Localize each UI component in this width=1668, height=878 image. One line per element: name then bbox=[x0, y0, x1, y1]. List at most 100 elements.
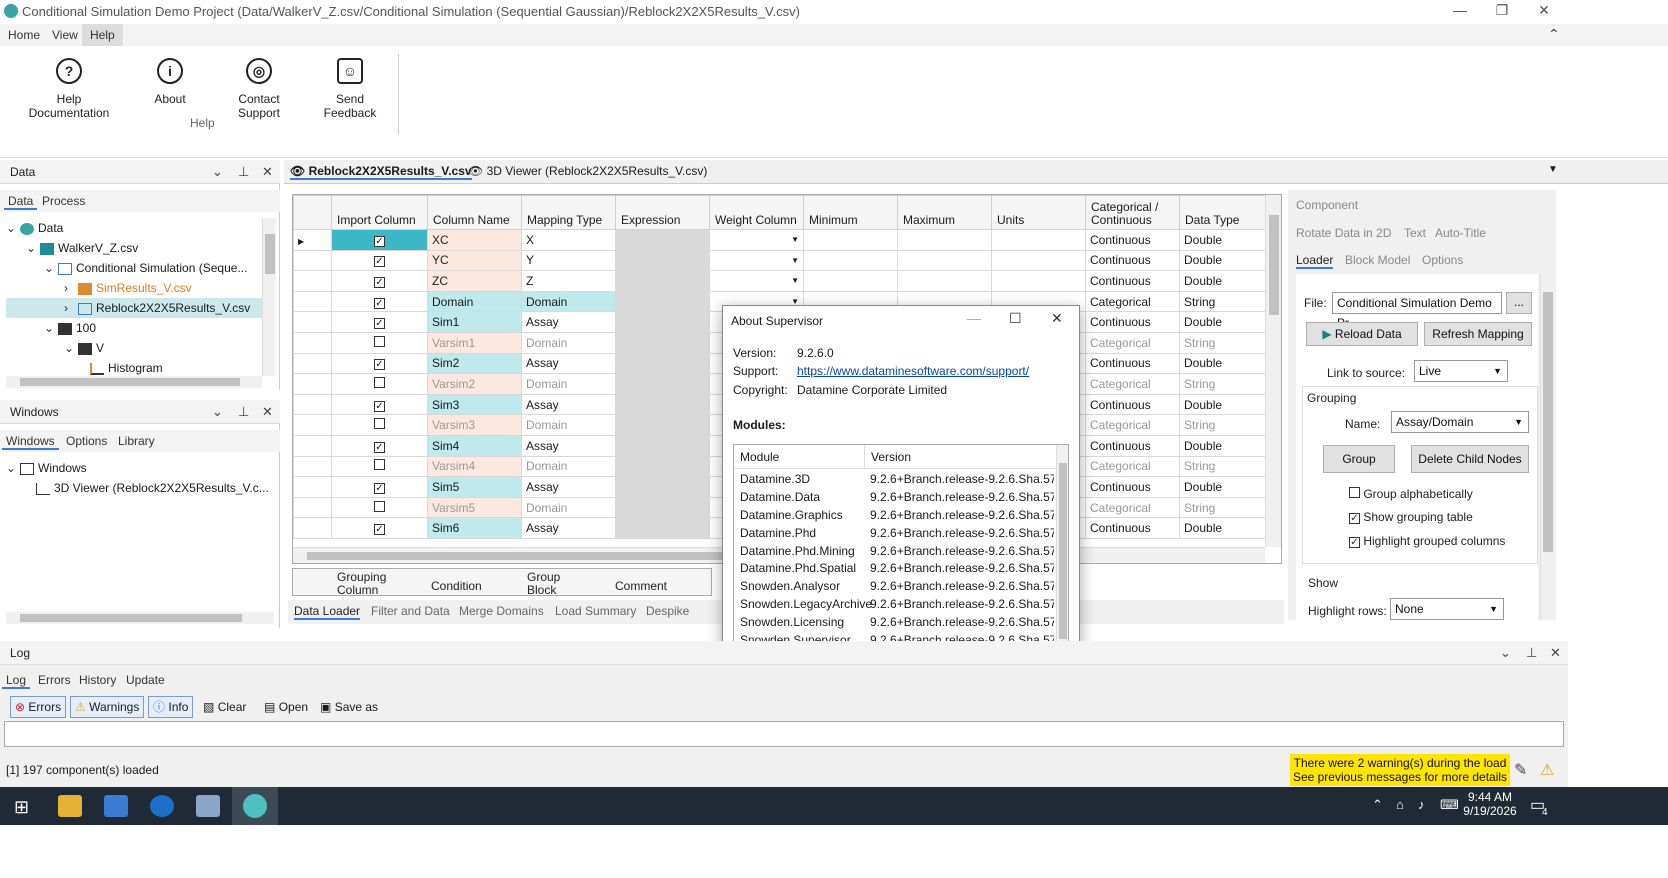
tab-despike[interactable]: Despike bbox=[646, 604, 689, 618]
pin-icon[interactable]: ⊥ bbox=[238, 164, 249, 180]
close-icon[interactable]: ✕ bbox=[262, 404, 273, 420]
chevron-down-icon[interactable]: ▼ bbox=[791, 276, 799, 285]
grouping-header-grouping-column[interactable]: Grouping Column bbox=[337, 571, 417, 597]
weight-column-cell[interactable]: ▼ bbox=[709, 249, 804, 272]
edit-icon[interactable]: ✎ bbox=[1514, 760, 1527, 780]
group-button[interactable]: Group bbox=[1323, 445, 1395, 473]
tree-item-histogram[interactable]: Histogram bbox=[6, 358, 262, 376]
scroll-thumb[interactable] bbox=[20, 378, 240, 386]
expression-cell[interactable] bbox=[615, 393, 710, 416]
column-name-cell[interactable]: Sim3 bbox=[427, 393, 522, 416]
tab-load-summary[interactable]: Load Summary bbox=[555, 604, 636, 618]
mapping-type-cell[interactable]: Domain bbox=[521, 373, 616, 395]
mapping-type-cell[interactable]: Assay bbox=[521, 311, 616, 333]
windows-hscrollbar[interactable] bbox=[6, 612, 274, 624]
data-type-cell[interactable]: String bbox=[1179, 455, 1270, 478]
windows-start-icon[interactable]: ⊞ bbox=[14, 797, 29, 818]
column-name-cell[interactable]: YC bbox=[427, 249, 522, 272]
ribbon-collapse-icon[interactable]: ⌃ bbox=[1548, 26, 1560, 43]
data-type-cell[interactable]: String bbox=[1179, 290, 1270, 313]
header-mapping-type[interactable]: Mapping Type bbox=[521, 195, 616, 230]
module-row[interactable]: Datamine.Phd.Mining 9.2.6+Branch.release-… bbox=[734, 543, 1056, 561]
row-header[interactable] bbox=[293, 373, 332, 395]
open-log-button[interactable]: ▤ Open bbox=[264, 696, 308, 718]
mapping-type-cell[interactable]: Domain bbox=[521, 496, 616, 519]
chevron-down-icon[interactable]: ▼ bbox=[791, 256, 799, 265]
language-icon[interactable]: ⌨ bbox=[1440, 797, 1459, 813]
import-checkbox-cell[interactable]: ✓ bbox=[331, 270, 428, 292]
group-alphabetically-checkbox[interactable]: Group alphabetically bbox=[1349, 487, 1473, 501]
contact-support-button[interactable]: ◎ Contact Support bbox=[216, 58, 302, 120]
close-icon[interactable]: ✕ bbox=[1051, 310, 1063, 327]
scroll-thumb[interactable] bbox=[265, 234, 275, 274]
support-link[interactable]: https://www.dataminesoftware.com/support… bbox=[797, 364, 1029, 378]
weight-column-cell[interactable]: ▼ bbox=[709, 229, 804, 251]
mapping-type-cell[interactable]: Domain bbox=[521, 414, 616, 436]
categorical-continuous-cell[interactable]: Categorical bbox=[1085, 496, 1180, 519]
column-name-cell[interactable]: Sim6 bbox=[427, 517, 522, 539]
column-name-cell[interactable]: ZC bbox=[427, 270, 522, 292]
menu-view[interactable]: View bbox=[44, 24, 86, 46]
tree-item-walkerv[interactable]: ⌄ WalkerV_Z.csv bbox=[6, 238, 262, 258]
mapping-type-cell[interactable]: X bbox=[521, 229, 616, 251]
tab-filter-and-data[interactable]: Filter and Data bbox=[371, 604, 450, 618]
checkmark-icon[interactable]: ✓ bbox=[374, 235, 385, 247]
file-path-input[interactable]: Conditional Simulation Demo Pr bbox=[1332, 292, 1502, 330]
column-name-cell[interactable]: Sim2 bbox=[427, 352, 522, 375]
tab-block-model[interactable]: Block Model bbox=[1345, 253, 1410, 267]
units-cell[interactable] bbox=[991, 229, 1086, 251]
categorical-continuous-cell[interactable]: Continuous bbox=[1085, 434, 1180, 457]
chevron-down-icon[interactable]: ▼ bbox=[791, 235, 799, 244]
data-type-cell[interactable]: Double bbox=[1179, 434, 1270, 457]
expression-cell[interactable] bbox=[615, 373, 710, 395]
header-column-name[interactable]: Column Name bbox=[427, 195, 522, 230]
clock[interactable]: 9:44 AM 9/19/2026 bbox=[1462, 790, 1518, 818]
module-row[interactable]: Datamine.3D 9.2.6+Branch.release-9.2.6.Sh… bbox=[734, 471, 1056, 489]
import-checkbox-cell[interactable] bbox=[331, 496, 428, 519]
expression-cell[interactable] bbox=[615, 517, 710, 539]
import-checkbox-cell[interactable]: ✓ bbox=[331, 290, 428, 313]
row-header[interactable] bbox=[293, 414, 332, 436]
maximum-cell[interactable] bbox=[897, 270, 992, 292]
data-type-cell[interactable]: String bbox=[1179, 496, 1270, 519]
module-row[interactable]: Datamine.Graphics 9.2.6+Branch.release-9.… bbox=[734, 507, 1056, 525]
chevron-down-icon[interactable]: ⌄ bbox=[212, 404, 223, 420]
import-checkbox-cell[interactable] bbox=[331, 331, 428, 354]
row-header[interactable] bbox=[293, 393, 332, 416]
header-module[interactable]: Module bbox=[740, 450, 779, 464]
help-documentation-button[interactable]: ? Help Documentation bbox=[16, 58, 122, 120]
expression-cell[interactable] bbox=[615, 290, 710, 313]
warning-notification[interactable]: There were 2 warning(s) during the load … bbox=[1290, 754, 1510, 798]
tab-loader[interactable]: Loader bbox=[1296, 253, 1334, 269]
minimum-cell[interactable] bbox=[803, 229, 898, 251]
close-button[interactable]: ✕ bbox=[1524, 2, 1564, 22]
import-checkbox-cell[interactable]: ✓ bbox=[331, 311, 428, 333]
header-maximum[interactable]: Maximum bbox=[897, 195, 992, 230]
app-icon[interactable] bbox=[196, 795, 220, 817]
tab-update[interactable]: Update bbox=[122, 673, 169, 687]
minimum-cell[interactable] bbox=[803, 270, 898, 292]
grouping-header-condition[interactable]: Condition bbox=[431, 580, 482, 593]
log-output-area[interactable] bbox=[4, 721, 1564, 747]
highlight-rows-select[interactable]: None ▼ bbox=[1390, 598, 1504, 620]
column-name-cell[interactable]: Sim4 bbox=[427, 434, 522, 457]
units-cell[interactable] bbox=[991, 249, 1086, 272]
grouping-header-comment[interactable]: Comment bbox=[615, 580, 667, 593]
errors-filter-button[interactable]: ⊗ Errors bbox=[10, 696, 67, 718]
data-type-cell[interactable]: Double bbox=[1179, 517, 1270, 539]
header-version[interactable]: Version bbox=[871, 450, 911, 464]
show-grouping-table-checkbox[interactable]: ✓ Show grouping table bbox=[1349, 510, 1473, 524]
expression-cell[interactable] bbox=[615, 229, 710, 251]
data-type-cell[interactable]: String bbox=[1179, 373, 1270, 395]
units-cell[interactable] bbox=[991, 270, 1086, 292]
minimum-cell[interactable] bbox=[803, 249, 898, 272]
row-header[interactable] bbox=[293, 476, 332, 498]
row-header[interactable] bbox=[293, 496, 332, 519]
categorical-continuous-cell[interactable]: Continuous bbox=[1085, 517, 1180, 539]
tab-windows[interactable]: Windows bbox=[2, 434, 59, 450]
checkmark-icon[interactable]: ✓ bbox=[374, 359, 385, 371]
tab-log[interactable]: Log bbox=[2, 673, 31, 689]
header-expression[interactable]: Expression bbox=[615, 195, 710, 230]
menu-home[interactable]: Home bbox=[0, 24, 48, 46]
tree-item-data[interactable]: ⌄ Data bbox=[6, 218, 262, 238]
